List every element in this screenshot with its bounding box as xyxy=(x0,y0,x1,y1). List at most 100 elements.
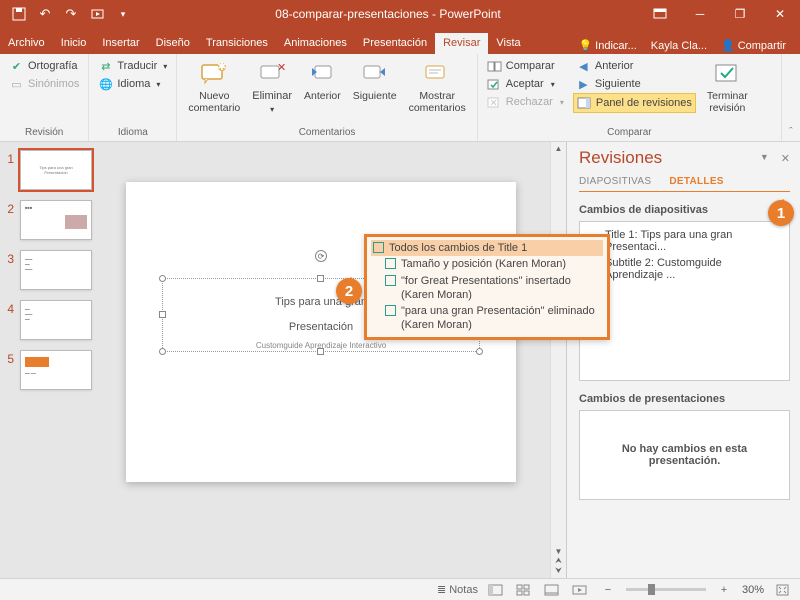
tab-presentacion[interactable]: Presentación xyxy=(355,33,435,54)
thumb-5[interactable]: ━━ ━━ xyxy=(20,350,92,390)
panel-menu-icon[interactable]: ▼ xyxy=(760,152,769,165)
tell-me[interactable]: 💡Indicar... xyxy=(574,37,640,54)
scrollbar-vertical[interactable]: ▲ ▼ ⮝ ⮟ xyxy=(550,142,566,578)
spelling-button[interactable]: ✔Ortografía xyxy=(6,57,81,75)
resize-handle[interactable] xyxy=(159,275,166,282)
tab-insertar[interactable]: Insertar xyxy=(94,33,147,54)
prev-arrow-icon: ◀ xyxy=(576,59,591,73)
checkbox-icon[interactable] xyxy=(385,275,396,286)
tab-animaciones[interactable]: Animaciones xyxy=(276,33,355,54)
tab-archivo[interactable]: Archivo xyxy=(0,33,53,54)
change-all-row[interactable]: Todos los cambios de Title 1 xyxy=(371,240,603,256)
person-icon: 👤 xyxy=(721,39,735,52)
compare-button[interactable]: Comparar xyxy=(484,57,567,75)
thumb-3[interactable]: ━━━━━━━━ xyxy=(20,250,92,290)
globe-icon: 🌐 xyxy=(98,77,113,91)
abc-check-icon: ✔ xyxy=(9,59,24,73)
minimize-icon[interactable]: ─ xyxy=(680,0,720,28)
resize-handle[interactable] xyxy=(476,348,483,355)
tab-revisar[interactable]: Revisar xyxy=(435,33,488,54)
thumb-4[interactable]: ━━━━━━━ xyxy=(20,300,92,340)
group-comparar-label: Comparar xyxy=(484,127,775,140)
comments-icon xyxy=(422,59,452,89)
callout-1: 1 xyxy=(768,200,794,226)
checkbox-icon[interactable] xyxy=(385,305,396,316)
zoom-handle[interactable] xyxy=(648,584,655,595)
notes-button[interactable]: ≣Notas xyxy=(437,582,478,598)
change-popup: Todos los cambios de Title 1 Tamaño y po… xyxy=(364,234,610,340)
user-account[interactable]: Kayla Cla... xyxy=(647,38,711,54)
ribbon-options-icon[interactable] xyxy=(640,0,680,28)
change-row[interactable]: "for Great Presentations" insertado (Kar… xyxy=(371,273,603,304)
zoom-slider[interactable] xyxy=(626,588,706,591)
revision-item[interactable]: Title 1: Tips para una gran Presentaci..… xyxy=(586,227,783,255)
end-review-button[interactable]: Terminar revisión xyxy=(702,57,753,116)
tab-diapositivas[interactable]: DIAPOSITIVAS xyxy=(579,176,651,187)
view-reading-icon[interactable] xyxy=(542,582,562,598)
collapse-ribbon-icon[interactable]: ˆ xyxy=(782,54,800,141)
tab-inicio[interactable]: Inicio xyxy=(53,33,95,54)
zoom-in-icon[interactable]: + xyxy=(714,582,734,598)
panel-icon xyxy=(577,96,592,110)
thumb-2[interactable]: ■■■ xyxy=(20,200,92,240)
scroll-up-icon[interactable]: ▲ xyxy=(555,144,563,153)
fit-window-icon[interactable] xyxy=(772,582,792,598)
scroll-down-icon[interactable]: ▼ xyxy=(555,547,563,556)
save-icon[interactable] xyxy=(6,1,32,27)
next-comment-button[interactable]: Siguiente xyxy=(348,57,402,104)
share-button[interactable]: 👤Compartir xyxy=(717,37,790,54)
qat-more-icon[interactable]: ▾ xyxy=(110,1,136,27)
resize-handle[interactable] xyxy=(317,348,324,355)
zoom-out-icon[interactable]: − xyxy=(598,582,618,598)
view-normal-icon[interactable] xyxy=(486,582,506,598)
resize-handle[interactable] xyxy=(317,275,324,282)
tab-detalles[interactable]: DETALLES xyxy=(669,176,723,187)
delete-comment-button[interactable]: ✕Eliminar▾ xyxy=(247,57,297,117)
resize-handle[interactable] xyxy=(159,348,166,355)
change-row[interactable]: "para una gran Presentación" eliminado (… xyxy=(371,303,603,334)
prev-change-button[interactable]: ◀Anterior xyxy=(573,57,696,75)
show-comments-button[interactable]: Mostrar comentarios xyxy=(404,57,471,116)
new-comment-button[interactable]: ✱Nuevo comentario xyxy=(183,57,245,116)
thumb-1[interactable]: Tips para una granPresentación xyxy=(20,150,92,190)
thesaurus-button: ▭Sinónimos xyxy=(6,75,82,93)
close-icon[interactable]: ✕ xyxy=(760,0,800,28)
tab-vista[interactable]: Vista xyxy=(488,33,528,54)
comment-prev-icon xyxy=(307,59,337,89)
notes-icon: ≣ xyxy=(437,583,446,596)
rotate-handle-icon[interactable]: ⟳ xyxy=(315,250,327,262)
slide-canvas[interactable]: ⟳ Tips para una granPresentación Customg… xyxy=(100,142,550,578)
tab-transiciones[interactable]: Transiciones xyxy=(198,33,276,54)
prev-comment-button[interactable]: Anterior xyxy=(299,57,346,104)
tab-diseno[interactable]: Diseño xyxy=(148,33,198,54)
language-button[interactable]: 🌐Idioma▾ xyxy=(95,75,163,93)
view-slideshow-icon[interactable] xyxy=(570,582,590,598)
prev-slide-icon[interactable]: ⮝ xyxy=(555,556,562,566)
resize-handle[interactable] xyxy=(159,311,166,318)
revisions-panel-button[interactable]: Panel de revisiones xyxy=(573,93,696,113)
undo-icon[interactable]: ↶ xyxy=(32,1,58,27)
zoom-level[interactable]: 30% xyxy=(742,584,764,596)
translate-button[interactable]: ⇄Traducir▾ xyxy=(95,57,170,75)
next-slide-icon[interactable]: ⮟ xyxy=(555,566,562,576)
redo-icon[interactable]: ↷ xyxy=(58,1,84,27)
next-change-button[interactable]: ▶Siguiente xyxy=(573,75,696,93)
start-slideshow-icon[interactable] xyxy=(84,1,110,27)
slide-changes-list: Title 1: Tips para una gran Presentaci..… xyxy=(579,221,790,381)
accept-button[interactable]: Aceptar▾ xyxy=(484,75,567,93)
comment-next-icon xyxy=(360,59,390,89)
ribbon: ✔Ortografía ▭Sinónimos Revisión ⇄Traduci… xyxy=(0,54,800,142)
comment-delete-icon: ✕ xyxy=(257,59,287,89)
checkbox-icon[interactable] xyxy=(373,242,384,253)
book-icon: ▭ xyxy=(9,77,24,91)
view-sorter-icon[interactable] xyxy=(514,582,534,598)
reject-button: Rechazar▾ xyxy=(484,93,567,111)
callout-2: 2 xyxy=(336,278,362,304)
checkbox-icon[interactable] xyxy=(385,258,396,269)
group-comentarios-label: Comentarios xyxy=(183,127,470,140)
panel-close-icon[interactable]: ✕ xyxy=(781,152,790,165)
revision-item[interactable]: Subtitle 2: Customguide Aprendizaje ... xyxy=(586,255,783,283)
restore-icon[interactable]: ❐ xyxy=(720,0,760,28)
ribbon-tabs: Archivo Inicio Insertar Diseño Transicio… xyxy=(0,28,800,54)
change-row[interactable]: Tamaño y posición (Karen Moran) xyxy=(371,256,603,272)
